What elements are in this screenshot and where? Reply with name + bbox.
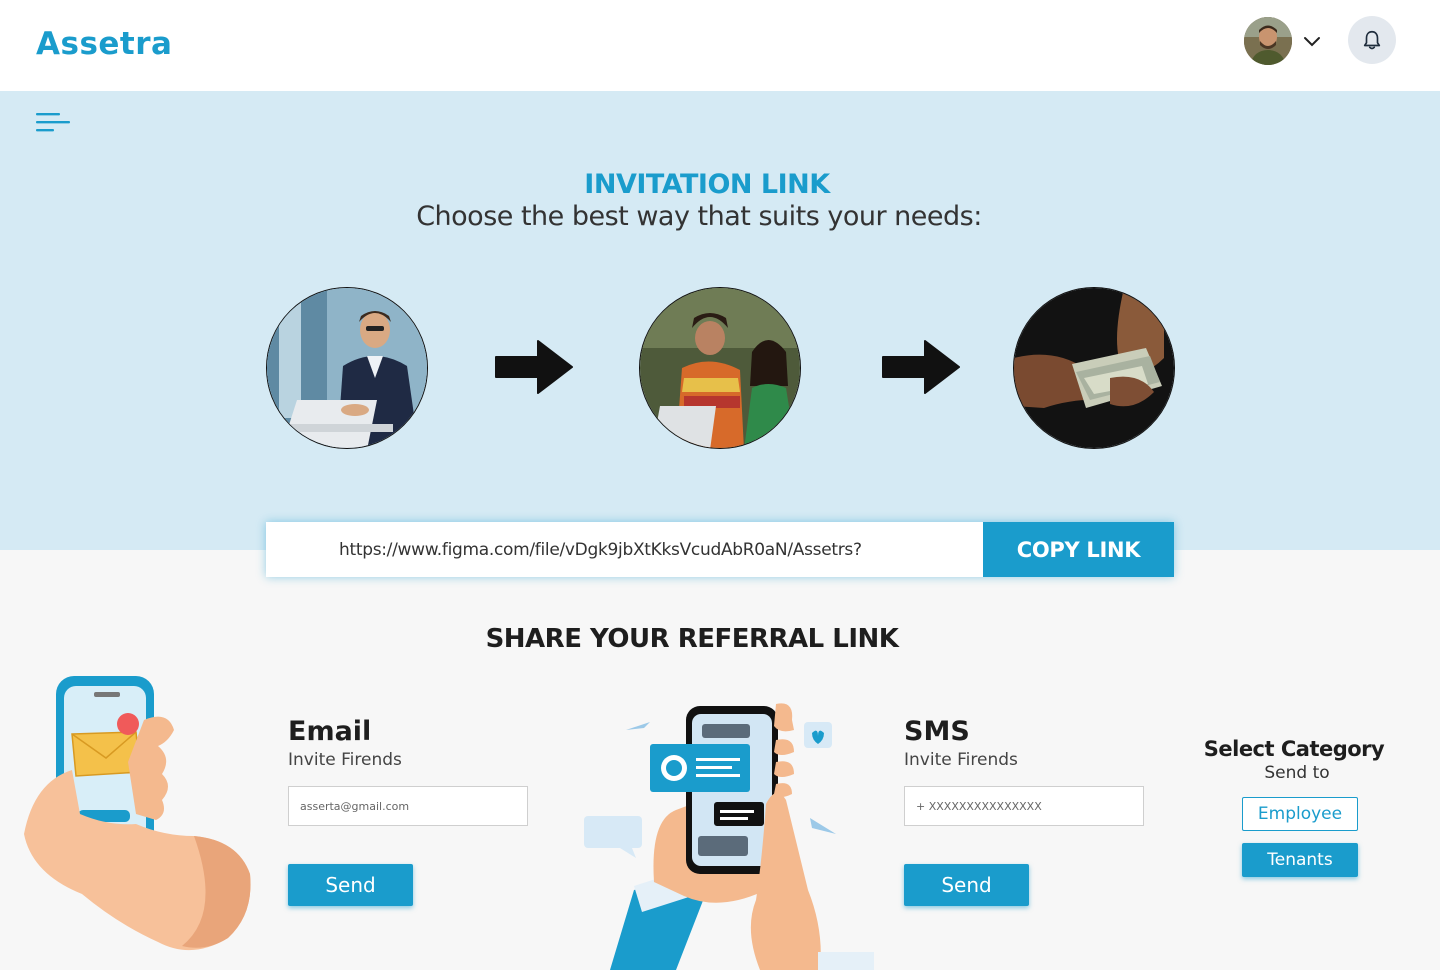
- email-send-button[interactable]: Send: [288, 864, 413, 906]
- step-image-cash-hands: [1013, 287, 1175, 449]
- sms-send-button[interactable]: Send: [904, 864, 1029, 906]
- sms-title: SMS: [904, 716, 970, 747]
- menu-icon[interactable]: [36, 111, 72, 135]
- select-category-subtitle: Send to: [1264, 763, 1330, 783]
- step-image-women-laptop: [639, 287, 801, 449]
- notification-button[interactable]: [1348, 16, 1396, 64]
- arrow-right-icon: [882, 340, 960, 394]
- app-logo[interactable]: Assetra: [36, 26, 172, 62]
- avatar[interactable]: [1244, 17, 1292, 65]
- bell-icon: [1363, 30, 1381, 50]
- arrow-right-icon: [495, 340, 573, 394]
- sms-phone-input[interactable]: [905, 787, 1143, 825]
- invitation-subtitle: Choose the best way that suits your need…: [416, 201, 982, 232]
- category-tenants-button[interactable]: Tenants: [1242, 843, 1358, 877]
- select-category-title: Select Category: [1203, 737, 1385, 761]
- share-referral-title: SHARE YOUR REFERRAL LINK: [485, 624, 899, 654]
- email-subtitle: Invite Firends: [288, 750, 402, 770]
- email-input[interactable]: [289, 787, 527, 825]
- sms-subtitle: Invite Firends: [904, 750, 1018, 770]
- phone-email-illustration: [24, 676, 251, 951]
- email-field[interactable]: [288, 786, 528, 826]
- invitation-link-url[interactable]: https://www.figma.com/file/vDgk9jbXtKksV…: [339, 540, 862, 560]
- step-image-man-laptop: [266, 287, 428, 449]
- invitation-hero: INVITATION LINK Choose the best way that…: [0, 91, 1440, 550]
- invitation-link-bar: https://www.figma.com/file/vDgk9jbXtKksV…: [266, 522, 1174, 577]
- sms-phone-field[interactable]: [904, 786, 1144, 826]
- category-employee-button[interactable]: Employee: [1242, 797, 1358, 831]
- phone-chat-illustration: [584, 703, 874, 970]
- copy-link-button[interactable]: COPY LINK: [983, 522, 1174, 577]
- top-header: Assetra: [0, 0, 1440, 91]
- email-title: Email: [288, 716, 372, 747]
- invitation-title: INVITATION LINK: [584, 169, 830, 200]
- chevron-down-icon[interactable]: [1301, 30, 1323, 52]
